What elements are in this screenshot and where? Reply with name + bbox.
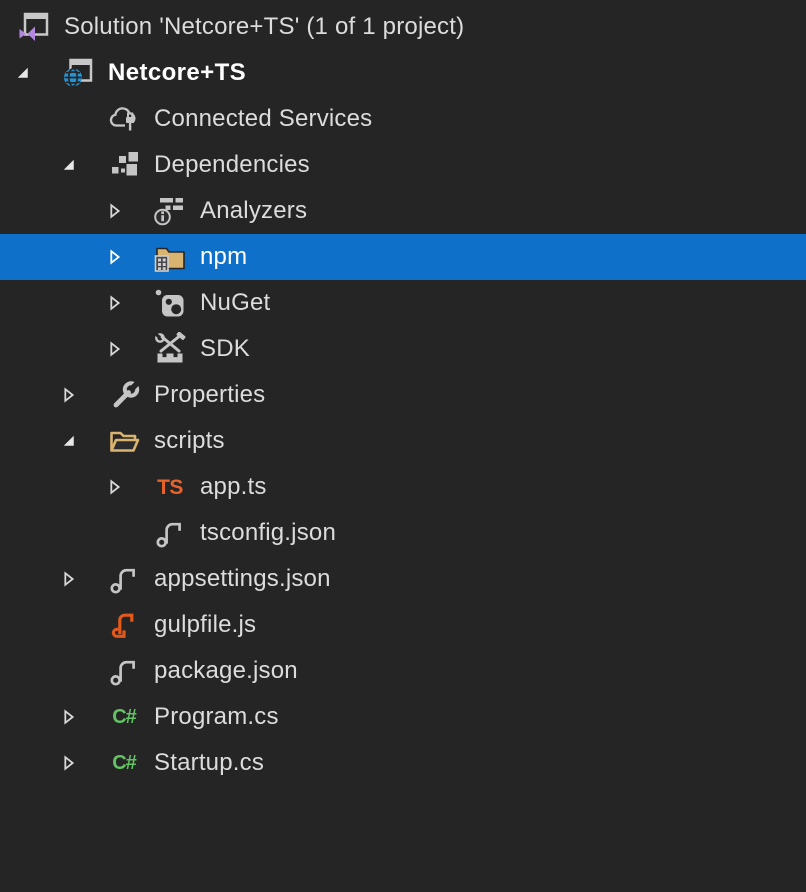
tree-row-label: scripts — [154, 427, 225, 455]
sdk-icon — [152, 331, 188, 367]
tree-row-label: Connected Services — [154, 105, 372, 133]
expander — [58, 614, 80, 636]
expander-collapsed-icon[interactable] — [104, 476, 126, 498]
expander-collapsed-icon[interactable] — [58, 752, 80, 774]
tree-row-label: NuGet — [200, 289, 270, 317]
tree-row-dependencies[interactable]: Dependencies — [0, 142, 806, 188]
tree-row-netcore-ts[interactable]: Netcore+TS — [0, 50, 806, 96]
expander — [104, 522, 126, 544]
wrench-icon — [106, 377, 142, 413]
tree-row-solution-netcore-ts-1-of-1-project[interactable]: Solution 'Netcore+TS' (1 of 1 project) — [0, 4, 806, 50]
tree-row-label: Analyzers — [200, 197, 307, 225]
tree-row-properties[interactable]: Properties — [0, 372, 806, 418]
expander-expanded-icon[interactable] — [12, 62, 34, 84]
expander-collapsed-icon[interactable] — [58, 706, 80, 728]
expander-collapsed-icon[interactable] — [58, 568, 80, 590]
folder-open-icon — [106, 423, 142, 459]
tree-row-label: Dependencies — [154, 151, 310, 179]
tree-row-package-json[interactable]: package.json — [0, 648, 806, 694]
tree-row-label: package.json — [154, 657, 298, 685]
expander-expanded-icon[interactable] — [58, 430, 80, 452]
tree-row-label: appsettings.json — [154, 565, 331, 593]
npm-folder-icon — [152, 239, 188, 275]
tree-row-label: app.ts — [200, 473, 267, 501]
expander-expanded-icon[interactable] — [58, 154, 80, 176]
tree-row-label: Properties — [154, 381, 265, 409]
tree-row-label: Program.cs — [154, 703, 279, 731]
tree-row-label: Startup.cs — [154, 749, 264, 777]
expander-collapsed-icon[interactable] — [104, 200, 126, 222]
connected-services-icon — [106, 101, 142, 137]
tree-row-startup-cs[interactable]: C# Startup.cs — [0, 740, 806, 786]
tree-row-analyzers[interactable]: Analyzers — [0, 188, 806, 234]
tree-row-label: SDK — [200, 335, 250, 363]
json-icon — [106, 653, 142, 689]
expander-collapsed-icon[interactable] — [104, 292, 126, 314]
tree-row-label: Netcore+TS — [108, 59, 246, 87]
tree-row-gulpfile-js[interactable]: gulpfile.js — [0, 602, 806, 648]
webapp-project-icon — [60, 55, 96, 91]
nuget-icon — [152, 285, 188, 321]
tree-row-connected-services[interactable]: Connected Services — [0, 96, 806, 142]
typescript-icon: TS — [152, 469, 188, 505]
javascript-icon — [106, 607, 142, 643]
tree-row-scripts[interactable]: scripts — [0, 418, 806, 464]
expander-collapsed-icon[interactable] — [104, 338, 126, 360]
expander — [58, 660, 80, 682]
tree-row-sdk[interactable]: SDK — [0, 326, 806, 372]
tree-row-nuget[interactable]: NuGet — [0, 280, 806, 326]
expander — [58, 108, 80, 130]
dependencies-icon — [106, 147, 142, 183]
tree-row-app-ts[interactable]: TS app.ts — [0, 464, 806, 510]
tree-row-label: Solution 'Netcore+TS' (1 of 1 project) — [64, 13, 464, 41]
expander-collapsed-icon[interactable] — [104, 246, 126, 268]
tree-row-program-cs[interactable]: C# Program.cs — [0, 694, 806, 740]
tree-row-npm[interactable]: npm — [0, 234, 806, 280]
tree-row-label: gulpfile.js — [154, 611, 256, 639]
tree-row-appsettings-json[interactable]: appsettings.json — [0, 556, 806, 602]
expander-collapsed-icon[interactable] — [58, 384, 80, 406]
json-icon — [152, 515, 188, 551]
csharp-icon: C# — [106, 745, 142, 781]
solution-explorer-tree: Solution 'Netcore+TS' (1 of 1 project) N… — [0, 0, 806, 786]
tree-row-label: tsconfig.json — [200, 519, 336, 547]
json-icon — [106, 561, 142, 597]
csharp-icon: C# — [106, 699, 142, 735]
tree-row-label: npm — [200, 243, 247, 271]
solution-icon — [16, 9, 52, 45]
analyzers-icon — [152, 193, 188, 229]
tree-row-tsconfig-json[interactable]: tsconfig.json — [0, 510, 806, 556]
